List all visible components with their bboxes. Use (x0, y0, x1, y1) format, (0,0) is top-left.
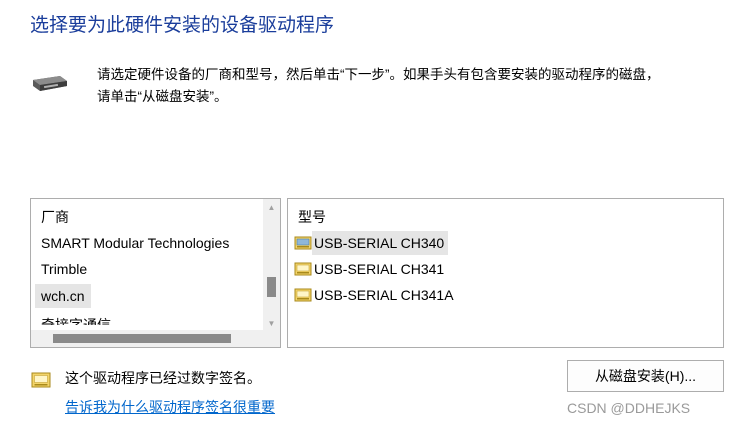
horizontal-scroll-thumb[interactable] (53, 334, 231, 343)
manufacturer-vertical-scrollbar[interactable]: ▲ ▼ (263, 199, 280, 332)
signature-info-link[interactable]: 告诉我为什么驱动程序签名很重要 (65, 397, 275, 417)
instructions-line-1: 请选定硬件设备的厂商和型号，然后单击“下一步”。如果手头有包含要安装的驱动程序的… (97, 67, 660, 82)
page-title: 选择要为此硬件安装的设备驱动程序 (30, 15, 335, 36)
manufacturer-horizontal-scrollbar[interactable] (31, 330, 264, 347)
scrollbar-corner (263, 330, 280, 347)
model-item[interactable]: USB-SERIAL CH341A (294, 283, 458, 307)
signed-driver-icon (294, 236, 312, 250)
manufacturer-item[interactable]: Trimble (35, 257, 93, 281)
scroll-up-arrow-icon[interactable]: ▲ (263, 199, 280, 216)
signed-driver-icon (294, 262, 312, 276)
instructions: 请选定硬件设备的厂商和型号，然后单击“下一步”。如果手头有包含要安装的驱动程序的… (97, 64, 717, 108)
digital-signature-icon (31, 372, 51, 388)
model-item-label: USB-SERIAL CH341 (314, 261, 445, 277)
manufacturer-item-label: Trimble (41, 261, 88, 277)
model-list[interactable]: 型号 USB-SERIAL CH340 USB-SERIAL CH341 USB… (287, 198, 724, 348)
model-item[interactable]: USB-SERIAL CH341 (294, 257, 448, 281)
vertical-scroll-thumb[interactable] (267, 277, 276, 297)
instructions-line-2: 请单击“从磁盘安装”。 (97, 89, 228, 104)
hardware-device-icon (33, 76, 67, 91)
manufacturer-item-label: SMART Modular Technologies (41, 235, 230, 251)
model-item-label: USB-SERIAL CH340 (312, 231, 449, 255)
manufacturer-item[interactable]: SMART Modular Technologies (35, 231, 235, 255)
manufacturer-list[interactable]: 厂商 SMART Modular Technologies Trimble wc… (30, 198, 281, 348)
manufacturer-item[interactable]: 奇接字通信 (35, 313, 117, 325)
model-list-header: 型号 (298, 209, 326, 225)
model-item-label: USB-SERIAL CH341A (314, 287, 454, 303)
signed-driver-icon (294, 288, 312, 302)
model-item-selected[interactable]: USB-SERIAL CH340 (294, 231, 449, 255)
watermark: CSDN @DDHEJKS (567, 400, 691, 416)
manufacturer-item-label: 奇接字通信 (41, 317, 111, 325)
manufacturer-item-selected[interactable]: wch.cn (35, 284, 91, 308)
signature-status: 这个驱动程序已经过数字签名。 (65, 370, 261, 386)
manufacturer-list-header: 厂商 (41, 209, 69, 225)
have-disk-button[interactable]: 从磁盘安装(H)... (567, 360, 724, 392)
manufacturer-item-label: wch.cn (41, 288, 85, 304)
